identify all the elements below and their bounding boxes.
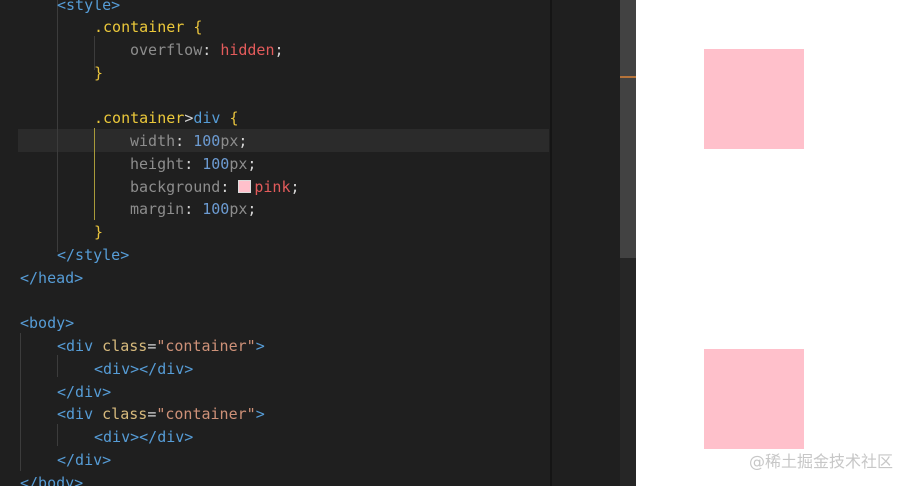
code-token: 100 bbox=[202, 155, 230, 173]
code-token: ; bbox=[290, 178, 300, 196]
code-line[interactable]: <div></div> bbox=[94, 426, 193, 449]
code-token: px bbox=[229, 155, 248, 173]
code-line[interactable]: background: pink; bbox=[130, 176, 300, 199]
code-line[interactable]: } bbox=[94, 62, 103, 85]
code-token: ; bbox=[238, 132, 248, 150]
indent-guide bbox=[57, 0, 58, 252]
code-token: px bbox=[229, 200, 248, 218]
indent-guide bbox=[20, 333, 21, 471]
indent-guide bbox=[57, 355, 58, 377]
code-token: <div></div> bbox=[94, 428, 194, 446]
code-line[interactable]: </div> bbox=[57, 381, 111, 404]
code-line[interactable]: } bbox=[94, 221, 103, 244]
watermark: @稀土掘金技术社区 bbox=[748, 452, 893, 471]
code-token: </style> bbox=[57, 246, 130, 264]
code-token: : bbox=[184, 200, 203, 218]
color-swatch-icon[interactable] bbox=[238, 180, 252, 193]
code-token: </body> bbox=[20, 474, 84, 486]
code-token: ; bbox=[247, 155, 257, 173]
code-token: <div bbox=[57, 405, 103, 423]
code-token: overflow bbox=[130, 41, 203, 59]
code-line[interactable]: margin: 100px; bbox=[130, 198, 256, 221]
code-token: { bbox=[184, 18, 203, 36]
code-token: 100 bbox=[202, 200, 230, 218]
code-token: ; bbox=[274, 41, 284, 59]
indent-guide bbox=[57, 424, 58, 446]
pink-box-1 bbox=[704, 49, 804, 149]
code-token: : bbox=[202, 41, 221, 59]
code-token: = bbox=[147, 405, 157, 423]
code-token: class bbox=[102, 337, 148, 355]
code-token: div bbox=[193, 109, 221, 127]
code-token: 100 bbox=[193, 132, 221, 150]
code-line[interactable]: .container { bbox=[94, 16, 202, 39]
code-editor[interactable]: <style> .container {overflow: hidden;} .co… bbox=[0, 0, 636, 486]
code-token: class bbox=[102, 405, 148, 423]
scrollbar-cursor-marker bbox=[620, 76, 636, 78]
code-line[interactable]: </body> bbox=[20, 472, 83, 486]
code-token: </div> bbox=[57, 383, 112, 401]
code-line[interactable]: .container>div { bbox=[94, 107, 239, 130]
code-line[interactable]: </head> bbox=[20, 267, 83, 290]
code-token: } bbox=[94, 64, 104, 82]
code-line[interactable]: <div class="container"> bbox=[57, 403, 265, 426]
code-token: .container bbox=[94, 18, 185, 36]
scrollbar-thumb[interactable] bbox=[620, 0, 636, 258]
code-token: { bbox=[220, 109, 239, 127]
pink-box-2 bbox=[704, 349, 804, 449]
code-token: </head> bbox=[20, 269, 84, 287]
code-token: > bbox=[255, 337, 265, 355]
code-line[interactable]: <body> bbox=[20, 312, 74, 335]
code-line[interactable]: </style> bbox=[57, 244, 129, 267]
code-line[interactable]: <style> bbox=[57, 0, 120, 17]
editor-divider bbox=[550, 0, 552, 486]
browser-preview: @稀土掘金技术社区 bbox=[636, 0, 909, 486]
code-token: hidden bbox=[220, 41, 275, 59]
code-token: : bbox=[184, 155, 203, 173]
code-line[interactable]: overflow: hidden; bbox=[130, 39, 284, 62]
code-token: ; bbox=[247, 200, 257, 218]
code-token: : bbox=[220, 178, 239, 196]
code-token: <div></div> bbox=[94, 360, 194, 378]
code-line[interactable]: width: 100px; bbox=[130, 130, 247, 153]
code-token: margin bbox=[130, 200, 185, 218]
code-line[interactable]: height: 100px; bbox=[130, 153, 256, 176]
code-token: > bbox=[184, 109, 194, 127]
code-token: background bbox=[130, 178, 221, 196]
code-token: : bbox=[175, 132, 194, 150]
code-token: width bbox=[130, 132, 176, 150]
code-token: = bbox=[147, 337, 157, 355]
code-token: "container" bbox=[156, 337, 256, 355]
code-token: <style> bbox=[57, 0, 121, 14]
current-line-highlight bbox=[18, 129, 549, 152]
code-token: <div bbox=[57, 337, 103, 355]
vertical-scrollbar[interactable] bbox=[620, 0, 636, 486]
code-token: > bbox=[255, 405, 265, 423]
indent-guide-active bbox=[94, 128, 95, 220]
code-token: <body> bbox=[20, 314, 75, 332]
code-line[interactable]: <div class="container"> bbox=[57, 335, 265, 358]
code-token: pink bbox=[254, 178, 291, 196]
code-line[interactable]: <div></div> bbox=[94, 358, 193, 381]
code-token: height bbox=[130, 155, 185, 173]
code-token: } bbox=[94, 223, 104, 241]
code-token: "container" bbox=[156, 405, 256, 423]
code-token: </div> bbox=[57, 451, 112, 469]
code-line[interactable]: </div> bbox=[57, 449, 111, 472]
code-token: .container bbox=[94, 109, 185, 127]
code-token: px bbox=[220, 132, 239, 150]
